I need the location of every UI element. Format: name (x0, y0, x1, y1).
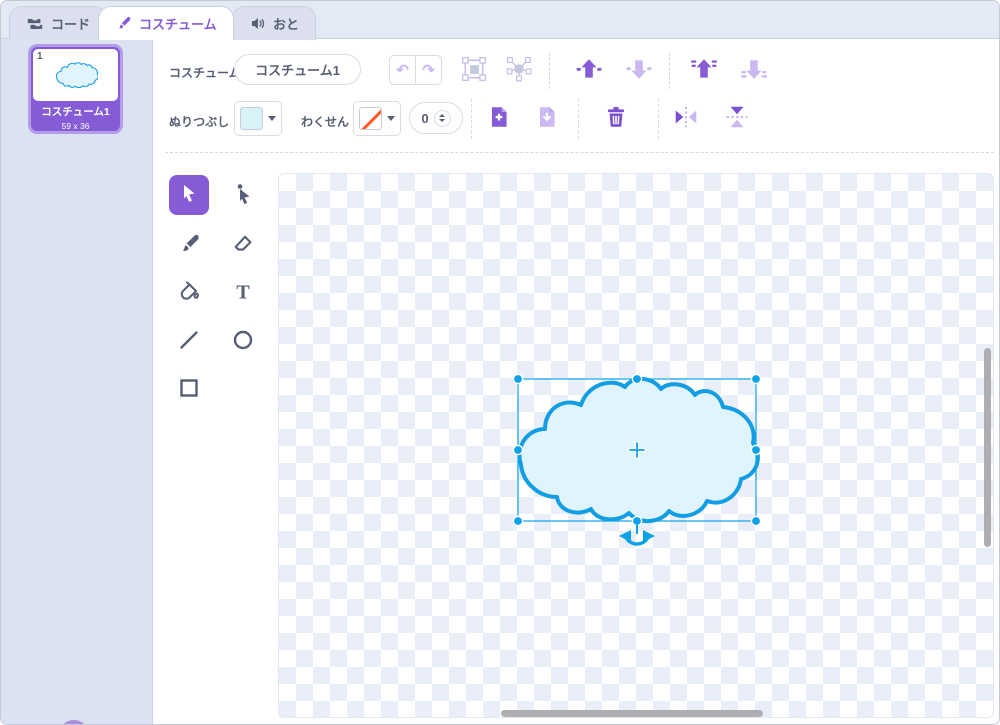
select-cursor-icon (177, 182, 201, 209)
outline-width-value: 0 (421, 111, 428, 126)
toolbar-divider (549, 53, 550, 89)
redo-icon: ↷ (422, 61, 435, 79)
costume-name-label: コスチューム (169, 64, 241, 81)
costume-card-selected[interactable]: 1 コスチューム1 59 x 36 (28, 44, 123, 134)
reshape-cursor-icon (231, 182, 255, 209)
backward-arrow-icon (626, 56, 652, 85)
tab-code[interactable]: コード (9, 6, 107, 40)
tool-text[interactable]: T (223, 273, 263, 313)
outline-width-input[interactable]: 0 (409, 102, 463, 134)
toolbar-divider (578, 99, 579, 139)
chevron-down-icon (387, 116, 395, 121)
forward-arrow-icon (576, 56, 602, 85)
handle-bottom-right[interactable] (751, 516, 760, 525)
bring-to-front-button[interactable] (689, 55, 719, 85)
flip-horizontal-button[interactable] (671, 103, 701, 133)
undo-redo-group: ↶ ↷ (389, 55, 442, 85)
tab-sounds[interactable]: おと (232, 6, 316, 40)
tool-eraser[interactable] (223, 225, 263, 265)
back-arrow-icon (741, 56, 767, 85)
copy-icon (486, 104, 512, 133)
ungroup-icon (506, 56, 532, 85)
costume-name: コスチューム1 (31, 104, 120, 119)
ungroup-button[interactable] (504, 55, 534, 85)
circle-icon (231, 328, 255, 355)
trash-icon (603, 104, 629, 133)
text-icon: T (231, 280, 255, 307)
costume-thumbnail: 1 (33, 49, 118, 101)
eraser-icon (231, 232, 255, 259)
tab-costumes-label: コスチューム (139, 14, 217, 33)
outline-color-swatch (359, 107, 382, 130)
add-costume-button[interactable] (59, 720, 89, 725)
copy-button[interactable] (484, 103, 514, 133)
brush-icon (177, 232, 201, 259)
handle-middle-right[interactable] (751, 445, 760, 454)
stepper-up-icon (439, 114, 445, 117)
undo-button[interactable]: ↶ (390, 56, 416, 84)
group-button[interactable] (459, 55, 489, 85)
send-to-back-button[interactable] (739, 55, 769, 85)
flip-horizontal-icon (673, 104, 699, 133)
tool-fill[interactable] (169, 273, 209, 313)
tool-rectangle[interactable] (169, 369, 209, 409)
toolbar-divider (669, 53, 670, 89)
group-icon (461, 56, 487, 85)
undo-icon: ↶ (396, 61, 409, 79)
tool-brush[interactable] (169, 225, 209, 265)
paste-button[interactable] (532, 103, 562, 133)
toolbar-divider (658, 99, 659, 139)
chevron-down-icon (268, 116, 276, 121)
costume-name-input[interactable] (234, 54, 361, 85)
tool-reshape[interactable] (223, 175, 263, 215)
selected-cloud-shape[interactable] (506, 369, 768, 555)
handle-top-left[interactable] (513, 374, 522, 383)
canvas-vertical-scrollbar[interactable] (984, 348, 991, 547)
handle-middle-left[interactable] (513, 445, 522, 454)
tool-select[interactable] (169, 175, 209, 215)
toolbar-bottom-divider (165, 152, 994, 153)
costume-size: 59 x 36 (31, 121, 120, 131)
paste-icon (534, 104, 560, 133)
handle-bottom-left[interactable] (513, 516, 522, 525)
speaker-icon (249, 15, 266, 32)
flip-vertical-icon (724, 104, 750, 133)
stepper-down-icon (439, 119, 445, 122)
fill-color-button[interactable] (234, 101, 282, 136)
brush-icon (115, 15, 132, 32)
redo-button[interactable]: ↷ (416, 56, 441, 84)
fill-label: ぬりつぶし (169, 113, 229, 130)
rotation-handle[interactable] (619, 525, 655, 544)
bring-forward-button[interactable] (574, 55, 604, 85)
line-icon (177, 328, 201, 355)
handle-top-right[interactable] (751, 374, 760, 383)
canvas-horizontal-scrollbar[interactable] (501, 710, 763, 717)
tool-line[interactable] (169, 321, 209, 361)
send-backward-button[interactable] (624, 55, 654, 85)
outline-color-button[interactable] (353, 101, 401, 136)
tab-bar: コード コスチューム おと (1, 1, 999, 39)
outline-label: わくせん (301, 113, 349, 130)
costume-list-sidebar: 1 コスチューム1 59 x 36 (1, 39, 153, 725)
costume-thumbnail-cloud (54, 61, 98, 89)
handle-bottom-center[interactable] (632, 516, 641, 525)
no-outline-icon (360, 107, 382, 130)
outline-width-stepper[interactable] (434, 110, 451, 127)
tab-sounds-label: おと (273, 14, 299, 33)
paint-editor-window: コード コスチューム おと 1 コスチューム1 59 x 36 (0, 0, 1000, 725)
costume-index: 1 (37, 51, 43, 62)
rectangle-icon (177, 376, 201, 403)
paint-bucket-icon (177, 280, 201, 307)
tab-costumes[interactable]: コスチューム (98, 6, 234, 40)
front-arrow-icon (691, 56, 717, 85)
fill-color-swatch (240, 107, 263, 130)
flip-vertical-button[interactable] (722, 103, 752, 133)
tab-code-label: コード (51, 14, 90, 33)
delete-button[interactable] (601, 103, 631, 133)
tool-circle[interactable] (223, 321, 263, 361)
svg-text:T: T (236, 281, 250, 303)
code-blocks-icon (26, 15, 44, 33)
toolbar-divider (471, 99, 472, 139)
handle-top-center[interactable] (632, 374, 641, 383)
